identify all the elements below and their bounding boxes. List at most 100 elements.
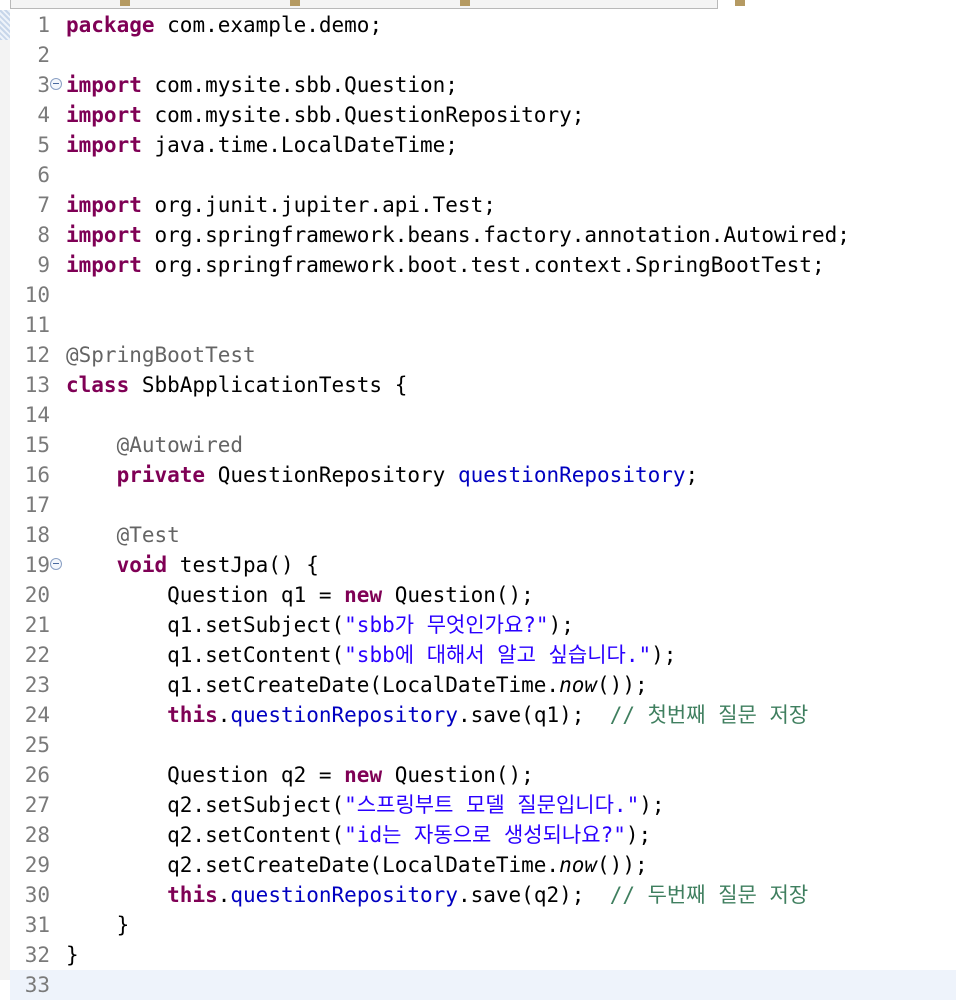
line-number: 15 [24, 433, 50, 457]
line-number: 6 [37, 163, 50, 187]
code-token: import [66, 253, 142, 277]
code-line[interactable]: 14 [10, 400, 956, 430]
code-token: q1.setSubject( [66, 613, 345, 637]
tab-marker-icon [460, 0, 470, 6]
code-line[interactable]: 31 } [10, 910, 956, 940]
line-number: 33 [24, 973, 50, 997]
code-token: Question q2 = [66, 763, 345, 787]
code-line[interactable]: 27 q2.setSubject("스프링부트 모델 질문입니다."); [10, 790, 956, 820]
line-number: 8 [37, 223, 50, 247]
code-line[interactable]: 17 [10, 490, 956, 520]
code-text: q1.setSubject("sbb가 무엇인가요?"); [66, 610, 574, 640]
code-line[interactable]: 5 import java.time.LocalDateTime; [10, 130, 956, 160]
code-token: . [217, 703, 231, 727]
line-number: 30 [24, 883, 50, 907]
code-token: "스프링부트 모델 질문입니다." [344, 793, 640, 817]
code-line[interactable]: 3 import com.mysite.sbb.Question; [10, 70, 956, 100]
line-number: 29 [24, 853, 50, 877]
line-number: 5 [37, 133, 50, 157]
code-line[interactable]: 9 import org.springframework.boot.test.co… [10, 250, 956, 280]
editor-tab-strip[interactable] [10, 0, 718, 9]
code-token: @Test [116, 523, 180, 547]
code-line[interactable]: 25 [10, 730, 956, 760]
code-token: ()); [597, 853, 648, 877]
code-line[interactable]: 10 [10, 280, 956, 310]
code-editor[interactable]: 1 package com.example.demo; 2 3 import com.m… [10, 10, 956, 1000]
code-line[interactable]: 30 this.questionRepository.save(q2); // … [10, 880, 956, 910]
code-line[interactable]: 7 import org.junit.jupiter.api.Test; [10, 190, 956, 220]
code-line[interactable]: 16 private QuestionRepository questionRe… [10, 460, 956, 490]
code-text: class SbbApplicationTests { [66, 370, 407, 400]
line-number: 13 [24, 373, 50, 397]
overview-ruler [0, 10, 10, 980]
code-line[interactable]: 18 @Test [10, 520, 956, 550]
code-text: this.questionRepository.save(q2); // 두번째… [66, 880, 808, 910]
collapse-minus-icon[interactable] [50, 78, 62, 90]
code-token: @SpringBootTest [66, 343, 256, 367]
code-token: import [66, 103, 142, 127]
code-line[interactable]: 1 package com.example.demo; [10, 10, 956, 40]
code-token: now [559, 853, 598, 877]
code-token: org.springframework.beans.factory.annota… [141, 223, 850, 247]
line-number: 1 [37, 13, 50, 37]
code-line[interactable]: 20 Question q1 = new Question(); [10, 580, 956, 610]
code-token: private [116, 463, 206, 487]
line-number: 2 [37, 43, 50, 67]
code-line[interactable]: 29 q2.setCreateDate(LocalDateTime.now())… [10, 850, 956, 880]
code-token: com.mysite.sbb.Question; [141, 73, 458, 97]
code-line[interactable]: 28 q2.setContent("id는 자동으로 생성되나요?"); [10, 820, 956, 850]
code-line[interactable]: 23 q1.setCreateDate(LocalDateTime.now())… [10, 670, 956, 700]
code-token: questionRepository [230, 883, 458, 907]
code-line[interactable]: 13 class SbbApplicationTests { [10, 370, 956, 400]
code-token: import [66, 193, 142, 217]
code-token: // 두번째 질문 저장 [609, 883, 809, 907]
line-number: 17 [24, 493, 50, 517]
code-line[interactable]: 4 import com.mysite.sbb.QuestionRepositor… [10, 100, 956, 130]
code-text: import org.springframework.boot.test.con… [66, 250, 825, 280]
collapse-minus-icon[interactable] [50, 558, 62, 570]
line-number: 10 [24, 283, 50, 307]
line-number: 19 [24, 553, 50, 577]
code-text: } [66, 910, 130, 940]
code-line[interactable]: 8 import org.springframework.beans.factor… [10, 220, 956, 250]
code-token: org.junit.jupiter.api.Test; [141, 193, 496, 217]
code-line[interactable]: 26 Question q2 = new Question(); [10, 760, 956, 790]
code-line[interactable]: 6 [10, 160, 956, 190]
code-text: } [66, 940, 79, 970]
code-text: import org.junit.jupiter.api.Test; [66, 190, 496, 220]
code-token: QuestionRepository [205, 463, 458, 487]
code-token: SbbApplicationTests { [129, 373, 408, 397]
line-number: 28 [24, 823, 50, 847]
code-token: ; [685, 463, 699, 487]
code-token: Question q1 = [66, 583, 345, 607]
line-number: 32 [24, 943, 50, 967]
code-line[interactable]: 24 this.questionRepository.save(q1); // … [10, 700, 956, 730]
code-line[interactable]: 33 [10, 970, 956, 1000]
code-token: } [66, 913, 130, 937]
code-line[interactable]: 15 @Autowired [10, 430, 956, 460]
code-line[interactable]: 19 void testJpa() { [10, 550, 956, 580]
code-token: "sbb에 대해서 알고 싶습니다." [344, 643, 652, 667]
code-line[interactable]: 22 q1.setContent("sbb에 대해서 알고 싶습니다."); [10, 640, 956, 670]
ruler-marker [0, 10, 10, 40]
code-token: com.mysite.sbb.QuestionRepository; [141, 103, 585, 127]
line-number: 11 [24, 313, 50, 337]
line-number: 26 [24, 763, 50, 787]
code-token: this [167, 703, 218, 727]
editor-tab-bar [0, 0, 956, 10]
line-number: 21 [24, 613, 50, 637]
code-token: . [217, 883, 231, 907]
code-line[interactable]: 2 [10, 40, 956, 70]
code-token: import [66, 223, 142, 247]
tab-marker-icon [735, 0, 745, 6]
code-token: ); [651, 643, 677, 667]
code-line[interactable]: 32} [10, 940, 956, 970]
code-line[interactable]: 12 @SpringBootTest [10, 340, 956, 370]
code-token: questionRepository [230, 703, 458, 727]
line-number: 23 [24, 673, 50, 697]
code-line[interactable]: 11 [10, 310, 956, 340]
code-text: void testJpa() { [66, 550, 319, 580]
code-line[interactable]: 21 q1.setSubject("sbb가 무엇인가요?"); [10, 610, 956, 640]
code-token: "id는 자동으로 생성되나요?" [344, 823, 626, 847]
